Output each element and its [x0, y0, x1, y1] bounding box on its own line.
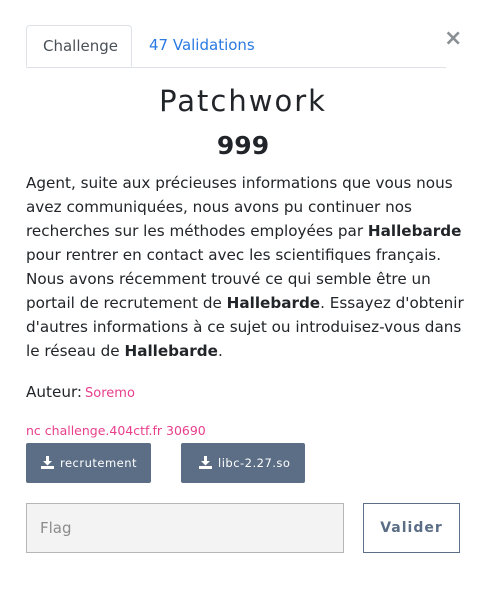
submit-button[interactable]: Valider: [363, 503, 460, 553]
challenge-points: 999: [216, 131, 270, 160]
description-bold-text: Hallebarde: [226, 294, 321, 312]
download-libc-button[interactable]: libc-2.27.so: [181, 443, 305, 483]
description-bold-text: Hallebarde: [367, 222, 462, 240]
flag-input[interactable]: [26, 503, 344, 553]
author-link[interactable]: Soremo: [85, 386, 135, 401]
connection-command: nc challenge.404ctf.fr 30690: [26, 423, 206, 438]
description-text: .: [217, 342, 223, 360]
download-label: libc-2.27.so: [218, 456, 291, 470]
tab-bar: Challenge 47 Validations: [26, 25, 446, 68]
download-recrutement-button[interactable]: recrutement: [26, 443, 151, 483]
tab-challenge[interactable]: Challenge: [26, 25, 132, 67]
download-icon: [199, 455, 212, 469]
description-bold-text: Hallebarde: [124, 342, 218, 360]
challenge-description: Agent, suite aux précieuses informations…: [26, 171, 466, 363]
tab-validations[interactable]: 47 Validations: [133, 25, 271, 66]
author-label: Auteur:: [26, 383, 83, 401]
challenge-title: Patchwork: [159, 84, 327, 118]
author-line: Auteur: Soremo: [26, 380, 135, 406]
download-label: recrutement: [60, 456, 138, 470]
download-icon: [41, 455, 54, 469]
close-icon[interactable]: ×: [444, 28, 462, 50]
